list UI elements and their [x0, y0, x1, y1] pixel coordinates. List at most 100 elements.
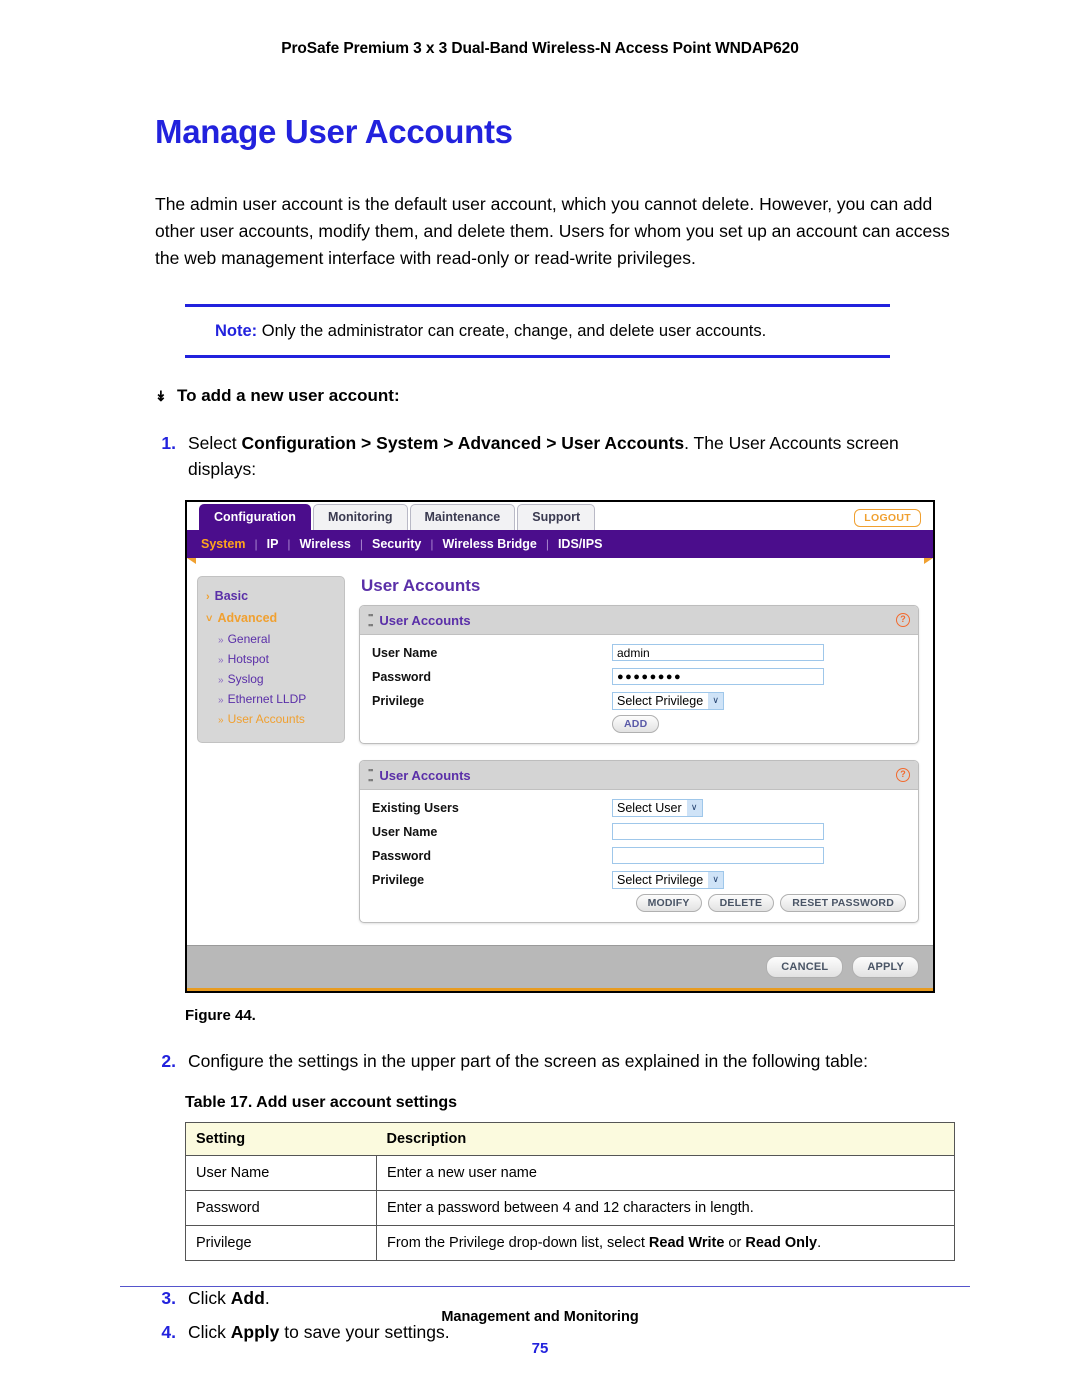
add-button[interactable]: ADD [612, 715, 660, 733]
step-3-text: Click Add. [188, 1285, 270, 1311]
existing-users-select[interactable]: Select User ∨ [612, 798, 703, 817]
label-privilege: Privilege [372, 693, 425, 708]
sidebar-item-basic-label: Basic [214, 589, 249, 603]
panel-modify-button-row: MODIFY DELETE RESET PASSWORD [372, 894, 906, 912]
desc-post: . [817, 1235, 822, 1251]
procedure-heading-label: To add a new user account: [177, 386, 400, 405]
user-name-input[interactable]: admin [612, 644, 824, 661]
drag-handle-icon[interactable]: ▪▪ ▪▪ [368, 765, 373, 785]
privilege-select-modify-value: Select Privilege [617, 872, 704, 887]
delete-button[interactable]: DELETE [707, 894, 775, 912]
sidebar-item-user-accounts-label: User Accounts [227, 712, 305, 726]
logout-button[interactable]: LOGOUT [854, 509, 921, 527]
help-icon[interactable]: ? [896, 768, 910, 782]
sidebar-item-advanced[interactable]: ˅ Advanced [204, 608, 338, 630]
tab-configuration[interactable]: Configuration [199, 504, 311, 530]
table-cell-setting: User Name [185, 1155, 377, 1191]
chevron-down-icon: ∨ [708, 692, 724, 709]
tab-maintenance[interactable]: Maintenance [409, 504, 516, 530]
sidebar-item-user-accounts[interactable]: » User Accounts [204, 710, 338, 730]
step-3-bold: Add [230, 1288, 265, 1308]
step-4-pre: Click [188, 1322, 231, 1342]
panel-add-user-account: ▪▪ ▪▪ User Accounts ? User Name admin Pas… [359, 605, 919, 744]
chevron-double-right-icon: » [218, 695, 224, 706]
sidebar-item-general[interactable]: » General [204, 630, 338, 650]
step-2: 2. Configure the settings in the upper p… [155, 1048, 980, 1074]
table-header-row: Setting Description [185, 1122, 955, 1156]
step-1-pre: Select [188, 433, 242, 453]
apply-button[interactable]: APPLY [852, 956, 919, 978]
reset-password-button[interactable]: RESET PASSWORD [780, 894, 906, 912]
sidebar-item-general-label: General [227, 632, 271, 646]
privilege-select-value: Select Privilege [617, 693, 704, 708]
intro-paragraph: The admin user account is the default us… [155, 194, 950, 268]
desc-pre: From the Privilege drop-down list, selec… [387, 1235, 649, 1251]
subnav-item-ids-ips[interactable]: IDS/IPS [549, 537, 611, 551]
procedure-marker-icon: ↡ [155, 388, 167, 404]
step-1-text: Select Configuration > System > Advanced… [188, 430, 948, 482]
label-existing-users: Existing Users [372, 800, 459, 815]
sidebar-item-hotspot[interactable]: » Hotspot [204, 650, 338, 670]
table-row: Password Enter a password between 4 and … [185, 1190, 955, 1226]
page-content: Manage User Accounts The admin user acco… [0, 113, 1080, 1345]
sidebar-item-syslog[interactable]: » Syslog [204, 670, 338, 690]
subnav-item-wireless[interactable]: Wireless [291, 537, 360, 551]
field-row-privilege-modify: Privilege Select Privilege ∨ [372, 870, 906, 889]
label-password-modify: Password [372, 848, 432, 863]
subnav-item-security[interactable]: Security [363, 537, 430, 551]
figure-screenshot: Configuration Monitoring Maintenance Sup… [185, 500, 935, 993]
subnav-item-wireless-bridge[interactable]: Wireless Bridge [433, 537, 545, 551]
password-input[interactable]: ●●●●●●●● [612, 668, 824, 685]
sidebar-item-basic[interactable]: › Basic [204, 586, 338, 608]
field-row-existing-users: Existing Users Select User ∨ [372, 798, 906, 817]
subnav-item-ip[interactable]: IP [258, 537, 288, 551]
sidebar-item-hotspot-label: Hotspot [227, 652, 269, 666]
field-row-password-modify: Password [372, 846, 906, 865]
chevron-double-right-icon: » [218, 675, 224, 686]
table-cell-description: Enter a new user name [376, 1155, 955, 1191]
table-cell-setting: Privilege [185, 1225, 377, 1261]
tab-support[interactable]: Support [517, 504, 596, 530]
chevron-down-icon: ˅ [206, 613, 213, 625]
tab-monitoring[interactable]: Monitoring [312, 504, 408, 530]
table-row: Privilege From the Privilege drop-down l… [185, 1225, 955, 1261]
settings-table: Setting Description User Name Enter a ne… [185, 1122, 955, 1261]
ui-sidebar: › Basic ˅ Advanced » General » Hotspot » Sysl… [197, 576, 345, 743]
ui-subnav: System | IP | Wireless | Security | Wire… [187, 530, 933, 558]
control-password-modify [612, 847, 906, 864]
ui-body: › Basic ˅ Advanced » General » Hotspot » Sysl… [187, 564, 933, 945]
note-body: Only the administrator can create, chang… [257, 322, 767, 340]
user-name-input-modify[interactable] [612, 823, 824, 840]
help-icon[interactable]: ? [896, 613, 910, 627]
sidebar-item-ethernet-lldp-label: Ethernet LLDP [227, 692, 307, 706]
table-row: User Name Enter a new user name [185, 1155, 955, 1191]
sidebar-item-advanced-label: Advanced [217, 611, 278, 625]
panel-modify-header: ▪▪ ▪▪ User Accounts ? [360, 761, 918, 790]
page-title: Manage User Accounts [155, 113, 513, 150]
privilege-select[interactable]: Select Privilege ∨ [612, 691, 725, 710]
privilege-select-modify[interactable]: Select Privilege ∨ [612, 870, 725, 889]
panel-add-header: ▪▪ ▪▪ User Accounts ? [360, 606, 918, 635]
footer-title: Management and Monitoring [441, 1309, 639, 1325]
panel-modify-user-account: ▪▪ ▪▪ User Accounts ? Existing Users Sele… [359, 760, 919, 923]
ui-tab-bar: Configuration Monitoring Maintenance Sup… [187, 502, 933, 530]
label-user-name-modify: User Name [372, 824, 438, 839]
label-privilege-modify: Privilege [372, 872, 425, 887]
desc-pre: Enter a new user name [387, 1165, 537, 1181]
field-row-user-name-modify: User Name [372, 822, 906, 841]
modify-button[interactable]: MODIFY [635, 894, 702, 912]
sidebar-item-ethernet-lldp[interactable]: » Ethernet LLDP [204, 690, 338, 710]
drag-handle-icon[interactable]: ▪▪ ▪▪ [368, 610, 373, 630]
cancel-button[interactable]: CANCEL [766, 956, 844, 978]
sidebar-item-syslog-label: Syslog [227, 672, 264, 686]
orange-notch-decoration [187, 558, 933, 564]
subnav-item-system[interactable]: System [201, 537, 254, 551]
label-user-name: User Name [372, 645, 438, 660]
step-3-pre: Click [188, 1288, 231, 1308]
step-2-number: 2. [161, 1051, 176, 1071]
field-row-privilege: Privilege Select Privilege ∨ [372, 691, 906, 710]
step-3: 3. Click Add. [155, 1285, 980, 1311]
chevron-down-icon: ∨ [686, 799, 702, 816]
page-running-header: ProSafe Premium 3 x 3 Dual-Band Wireless… [281, 40, 799, 57]
password-input-modify[interactable] [612, 847, 824, 864]
